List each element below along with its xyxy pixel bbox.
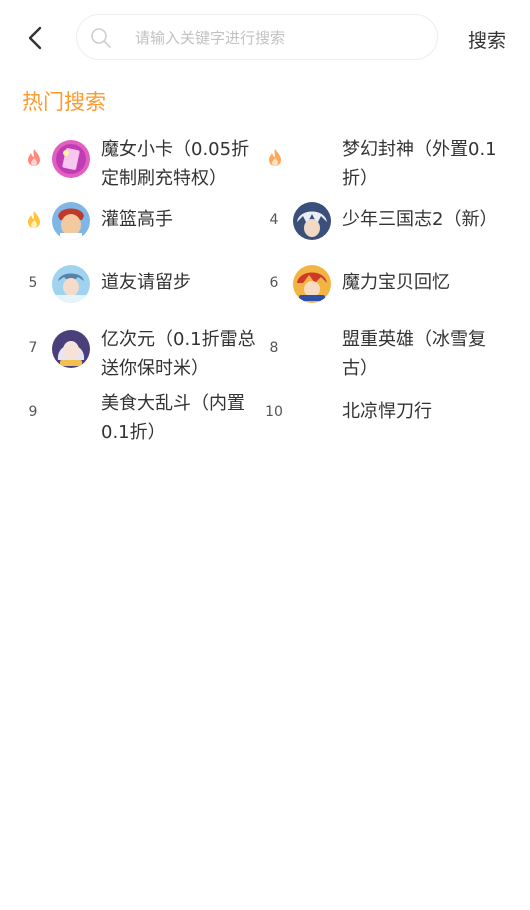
game-icon-dao-you-qing-liu-bu — [52, 265, 90, 303]
fire-red-icon — [28, 149, 40, 166]
fire-orange-icon — [269, 149, 281, 166]
hot-search-item-label: 少年三国志2（新） — [342, 209, 498, 230]
hot-search-item-label: 美食大乱斗（内置0.1折） — [101, 393, 245, 443]
hot-search-title: 热门搜索 — [22, 90, 106, 114]
hot-search-item-label: 北凉悍刀行 — [342, 401, 432, 422]
top-bar: 搜索 — [0, 0, 530, 76]
rank-number: 6 — [269, 275, 279, 291]
search-icon — [91, 28, 111, 48]
hot-search-item-3[interactable]: 灌篮高手 — [22, 190, 282, 250]
search-box[interactable] — [76, 14, 438, 61]
hot-search-item-label: 魔力宝贝回忆 — [342, 272, 450, 293]
rank-number: 5 — [28, 275, 38, 291]
search-button[interactable]: 搜索 — [468, 26, 506, 53]
hot-search-item-label: 灌篮高手 — [101, 209, 173, 230]
rank-number: 4 — [269, 212, 279, 228]
hot-search-item-10[interactable]: 10 北凉悍刀行 — [263, 382, 523, 442]
search-input[interactable] — [133, 15, 427, 61]
hot-search-item-label: 亿次元（0.1折雷总送你保时米） — [101, 329, 256, 379]
hot-search-item-6[interactable]: 6 魔力宝贝回忆 — [263, 253, 523, 313]
hot-search-item-4[interactable]: 4 少年三国志2（新） — [263, 190, 523, 250]
game-icon-guan-lan-gao-shou — [52, 202, 90, 240]
back-button[interactable] — [22, 24, 50, 52]
fire-yellow-icon — [28, 211, 40, 228]
rank-number: 8 — [269, 340, 279, 356]
hot-search-item-label: 盟重英雄（冰雪复古） — [342, 329, 486, 379]
hot-search-item-2[interactable]: 梦幻封神（外置0.1折） — [263, 128, 523, 189]
hot-search-item-7[interactable]: 7 亿次元（0.1折雷总送你保时米） — [22, 318, 282, 379]
hot-search-item-8[interactable]: 8 盟重英雄（冰雪复古） — [263, 318, 523, 379]
game-icon-mo-li-bao-bei-hui-yi — [293, 265, 331, 303]
chevron-left-icon — [28, 26, 42, 50]
hot-search-item-label: 道友请留步 — [101, 272, 191, 293]
hot-search-item-1[interactable]: 魔女小卡（0.05折定制刷充特权） — [22, 128, 282, 189]
hot-search-item-5[interactable]: 5 道友请留步 — [22, 253, 282, 313]
rank-number: 7 — [28, 340, 38, 356]
hot-search-item-label: 梦幻封神（外置0.1折） — [342, 139, 497, 189]
game-icon-mo-nv-xiao-ka — [52, 140, 90, 178]
rank-number: 10 — [265, 404, 283, 420]
game-icon-yi-ci-yuan — [52, 330, 90, 368]
rank-number: 9 — [28, 404, 38, 420]
hot-search-item-9[interactable]: 9 美食大乱斗（内置0.1折） — [22, 382, 282, 443]
hot-search-item-label: 魔女小卡（0.05折定制刷充特权） — [101, 139, 250, 189]
game-icon-shao-nian-san-guo-zhi-2 — [293, 202, 331, 240]
